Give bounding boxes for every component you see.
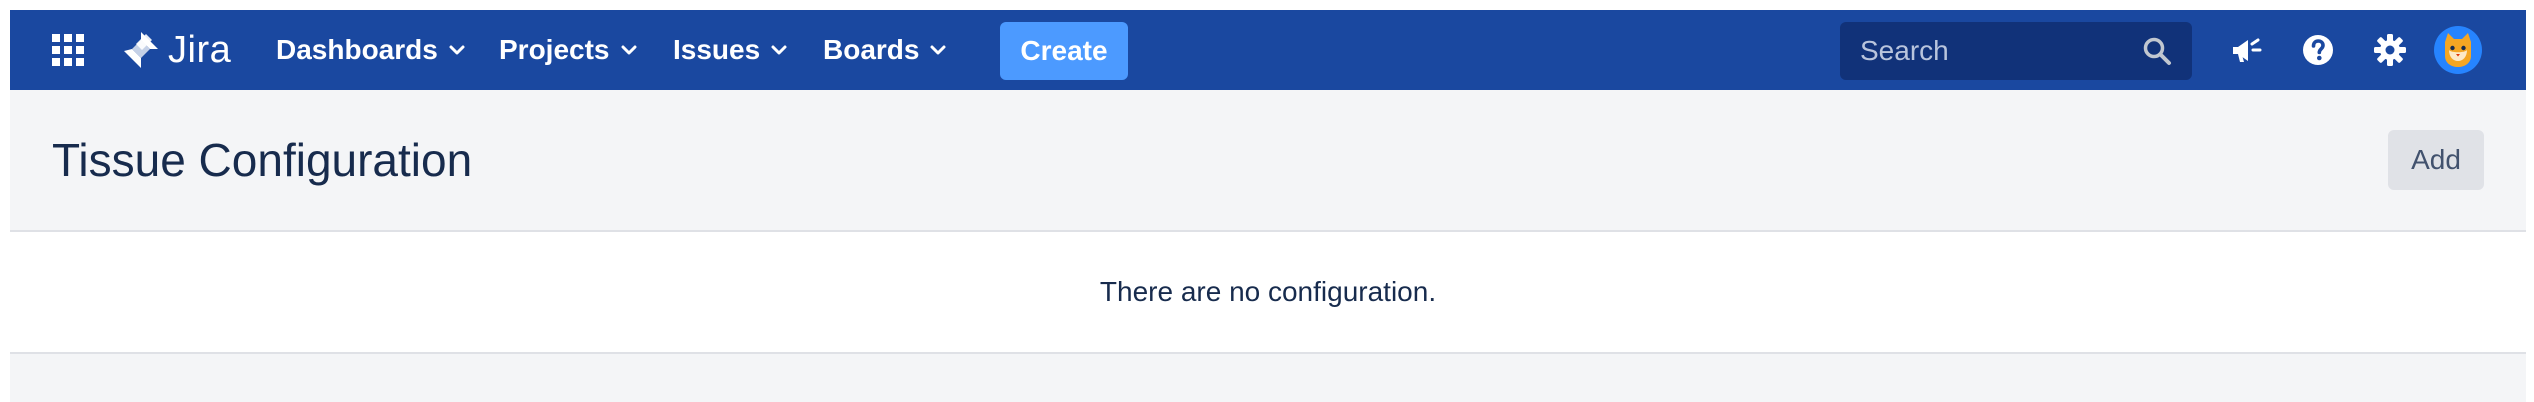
cat-avatar-icon	[2445, 33, 2471, 67]
nav-issues-menu[interactable]: Issues	[673, 30, 788, 70]
nav-boards-label: Boards	[823, 34, 920, 65]
search-box[interactable]	[1840, 22, 2192, 80]
user-avatar[interactable]	[2434, 26, 2482, 74]
nav-projects-label: Projects	[499, 34, 610, 65]
add-button[interactable]: Add	[2388, 130, 2484, 190]
search-icon[interactable]	[2142, 36, 2172, 66]
chevron-down-icon	[449, 45, 465, 55]
top-navigation-bar: Jira Dashboards Projects Issues Boards C…	[10, 10, 2526, 90]
logo-text: Jira	[168, 29, 232, 71]
configuration-panel: There are no configuration.	[10, 230, 2526, 354]
chevron-down-icon	[621, 45, 636, 55]
chevron-down-icon	[771, 45, 787, 55]
jira-window: Jira Dashboards Projects Issues Boards C…	[10, 10, 2526, 402]
page-title: Tissue Configuration	[52, 134, 473, 186]
app-switcher-icon	[52, 34, 84, 66]
settings-button[interactable]	[2370, 30, 2410, 70]
create-button[interactable]: Create	[1000, 22, 1128, 80]
help-button[interactable]	[2298, 30, 2338, 70]
help-icon	[2303, 35, 2333, 65]
nav-dashboards-menu[interactable]: Dashboards	[276, 30, 466, 70]
nav-dashboards-label: Dashboards	[276, 34, 438, 65]
app-switcher-button[interactable]	[50, 32, 86, 68]
gear-icon	[2374, 34, 2406, 66]
nav-issues-label: Issues	[673, 34, 761, 65]
notifications-button[interactable]	[2226, 30, 2266, 70]
chevron-down-icon	[930, 45, 946, 55]
nav-projects-menu[interactable]: Projects	[499, 30, 638, 70]
jira-logo-icon	[124, 32, 158, 68]
search-input[interactable]	[1860, 35, 2130, 67]
nav-boards-menu[interactable]: Boards	[823, 30, 947, 70]
jira-logo-link[interactable]: Jira	[122, 28, 231, 72]
empty-state-message: There are no configuration.	[1099, 276, 1437, 307]
megaphone-icon	[2233, 38, 2262, 62]
